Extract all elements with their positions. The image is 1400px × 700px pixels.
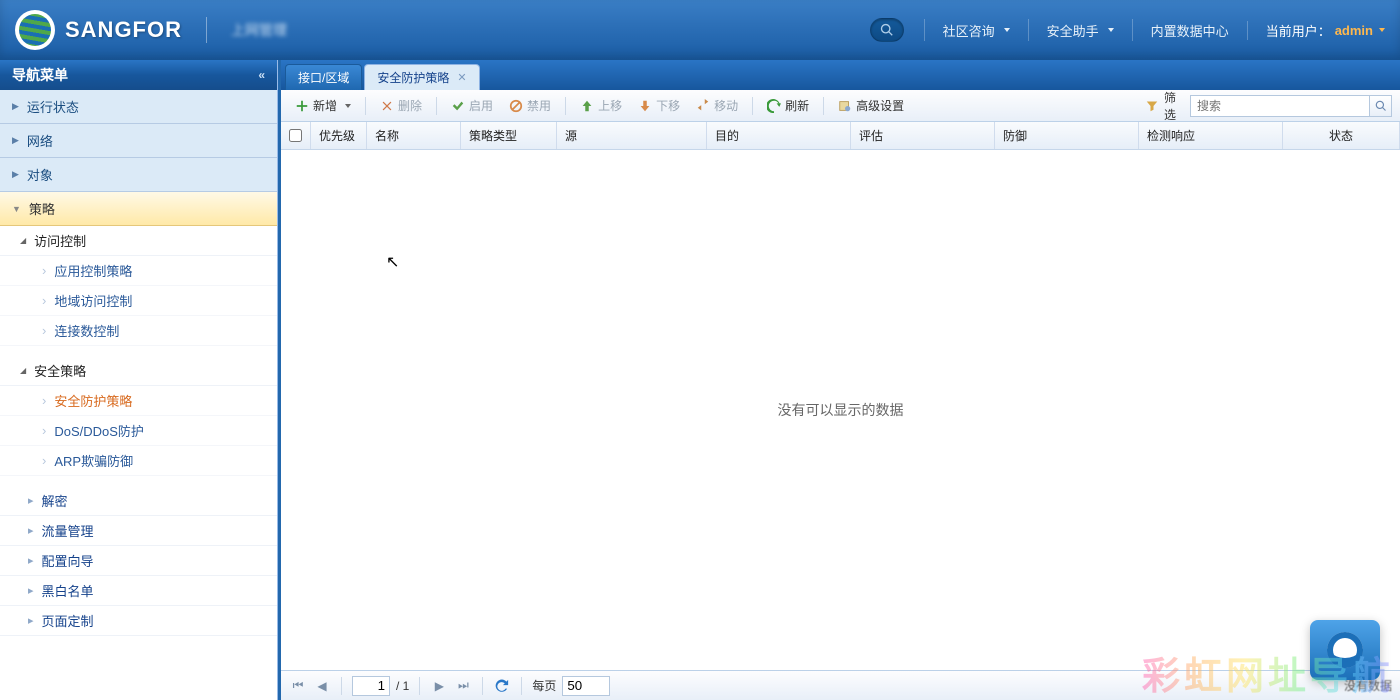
group-access-control[interactable]: 访问控制 (0, 226, 277, 256)
brand-subtitle: 上网管理 (231, 20, 287, 40)
close-icon[interactable]: ✕ (457, 71, 466, 84)
moveup-button[interactable]: 上移 (574, 94, 628, 117)
sidebar: 导航菜单 « 运行状态 网络 对象 策略 访问控制 应用控制策略 地域访问控制 … (0, 60, 278, 700)
advanced-button[interactable]: 高级设置 (832, 94, 910, 117)
item-bwlist[interactable]: 黑白名单 (0, 576, 277, 606)
item-traffic[interactable]: 流量管理 (0, 516, 277, 546)
sidebar-title: 导航菜单 « (0, 60, 277, 90)
arrow-down-icon (638, 99, 652, 113)
pager-refresh-button[interactable] (493, 677, 511, 695)
item-region-control[interactable]: 地域访问控制 (0, 286, 277, 316)
item-conn-control[interactable]: 连接数控制 (0, 316, 277, 346)
col-response[interactable]: 检测响应 (1139, 122, 1283, 149)
col-status[interactable]: 状态 (1283, 122, 1400, 149)
nav-cat-object[interactable]: 对象 (0, 158, 277, 192)
nav-cat-policy[interactable]: 策略 (0, 192, 277, 226)
plus-icon (295, 99, 309, 113)
refresh-icon (767, 99, 781, 113)
brand-wrap: SANGFOR 上网管理 (15, 10, 287, 50)
item-decrypt[interactable]: 解密 (0, 486, 277, 516)
select-all-checkbox[interactable] (289, 129, 302, 142)
item-sec-protect[interactable]: 安全防护策略 (0, 386, 277, 416)
delete-button[interactable]: 删除 (374, 94, 428, 117)
nav-assistant[interactable]: 安全助手 (1028, 19, 1132, 41)
col-priority[interactable]: 优先级 (311, 122, 367, 149)
app-header: SANGFOR 上网管理 社区咨询 安全助手 内置数据中心 当前用户： admi… (0, 0, 1400, 60)
disable-button[interactable]: 禁用 (503, 94, 557, 117)
sidebar-body: 运行状态 网络 对象 策略 访问控制 应用控制策略 地域访问控制 连接数控制 安… (0, 90, 277, 700)
header-right: 社区咨询 安全助手 内置数据中心 当前用户： admin (870, 18, 1385, 42)
brand-separator (206, 17, 207, 43)
item-arp[interactable]: ARP欺骗防御 (0, 446, 277, 476)
last-page-button[interactable]: ⏭ (454, 677, 472, 695)
item-page-custom[interactable]: 页面定制 (0, 606, 277, 636)
gear-icon (838, 99, 852, 113)
policy-subnav: 访问控制 应用控制策略 地域访问控制 连接数控制 安全策略 安全防护策略 DoS… (0, 226, 277, 700)
group-security-policy[interactable]: 安全策略 (0, 356, 277, 386)
move-icon (696, 99, 710, 113)
refresh-icon (495, 679, 509, 693)
pager: ⏮ ◀ / 1 ▶ ⏭ 每页 没有数据 (281, 670, 1400, 700)
x-icon (380, 99, 394, 113)
header-search-button[interactable] (870, 18, 904, 42)
empty-text: 没有可以显示的数据 (778, 400, 904, 420)
search-input[interactable] (1190, 95, 1370, 117)
add-button[interactable]: 新增 (289, 94, 357, 117)
check-icon (451, 99, 465, 113)
nav-community[interactable]: 社区咨询 (924, 19, 1028, 41)
search-icon (880, 23, 894, 37)
current-user[interactable]: 当前用户： admin (1247, 21, 1385, 40)
cursor-icon: ↖ (386, 252, 399, 272)
item-app-policy[interactable]: 应用控制策略 (0, 256, 277, 286)
col-name[interactable]: 名称 (367, 122, 461, 149)
arrow-up-icon (580, 99, 594, 113)
col-checkbox[interactable] (281, 122, 311, 149)
tab-sec-policy[interactable]: 安全防护策略 ✕ (364, 64, 479, 90)
col-type[interactable]: 策略类型 (461, 122, 557, 149)
prev-page-button[interactable]: ◀ (313, 677, 331, 695)
main-panel: 接口/区域 安全防护策略 ✕ 新增 删除 启用 禁用 (278, 60, 1400, 700)
next-page-button[interactable]: ▶ (430, 677, 448, 695)
col-eval[interactable]: 评估 (851, 122, 995, 149)
search-box (1190, 95, 1392, 117)
page-input[interactable] (352, 676, 390, 696)
brand-text: SANGFOR (65, 17, 182, 43)
sidebar-collapse-icon[interactable]: « (258, 68, 265, 82)
enable-button[interactable]: 启用 (445, 94, 499, 117)
perpage-select[interactable] (562, 676, 610, 696)
refresh-button[interactable]: 刷新 (761, 94, 815, 117)
col-source[interactable]: 源 (557, 122, 707, 149)
forbid-icon (509, 99, 523, 113)
perpage-input[interactable] (562, 676, 610, 696)
nav-datacenter[interactable]: 内置数据中心 (1132, 19, 1247, 41)
search-button[interactable] (1370, 95, 1392, 117)
first-page-button[interactable]: ⏮ (289, 677, 307, 695)
nav-cat-network[interactable]: 网络 (0, 124, 277, 158)
movedown-button[interactable]: 下移 (632, 94, 686, 117)
toolbar: 新增 删除 启用 禁用 上移 下移 (281, 90, 1400, 122)
perpage-label: 每页 (532, 677, 556, 694)
item-dos[interactable]: DoS/DDoS防护 (0, 416, 277, 446)
funnel-icon (1146, 100, 1158, 112)
search-icon (1375, 100, 1387, 112)
current-user-label: 当前用户： (1266, 21, 1331, 40)
tabbar: 接口/区域 安全防护策略 ✕ (281, 60, 1400, 90)
logo-icon (15, 10, 55, 50)
column-header: 优先级 名称 策略类型 源 目的 评估 防御 检测响应 状态 (281, 122, 1400, 150)
nav-cat-status[interactable]: 运行状态 (0, 90, 277, 124)
col-dest[interactable]: 目的 (707, 122, 851, 149)
col-defense[interactable]: 防御 (995, 122, 1139, 149)
move-button[interactable]: 移动 (690, 94, 744, 117)
current-user-value: admin (1335, 23, 1373, 38)
page-total: / 1 (396, 679, 409, 693)
tab-interface[interactable]: 接口/区域 (285, 64, 362, 90)
item-wizard[interactable]: 配置向导 (0, 546, 277, 576)
grid-body: 没有可以显示的数据 ↖ (281, 150, 1400, 670)
floating-widget[interactable] (1310, 620, 1380, 680)
filter-button[interactable]: 筛选 (1146, 89, 1176, 123)
